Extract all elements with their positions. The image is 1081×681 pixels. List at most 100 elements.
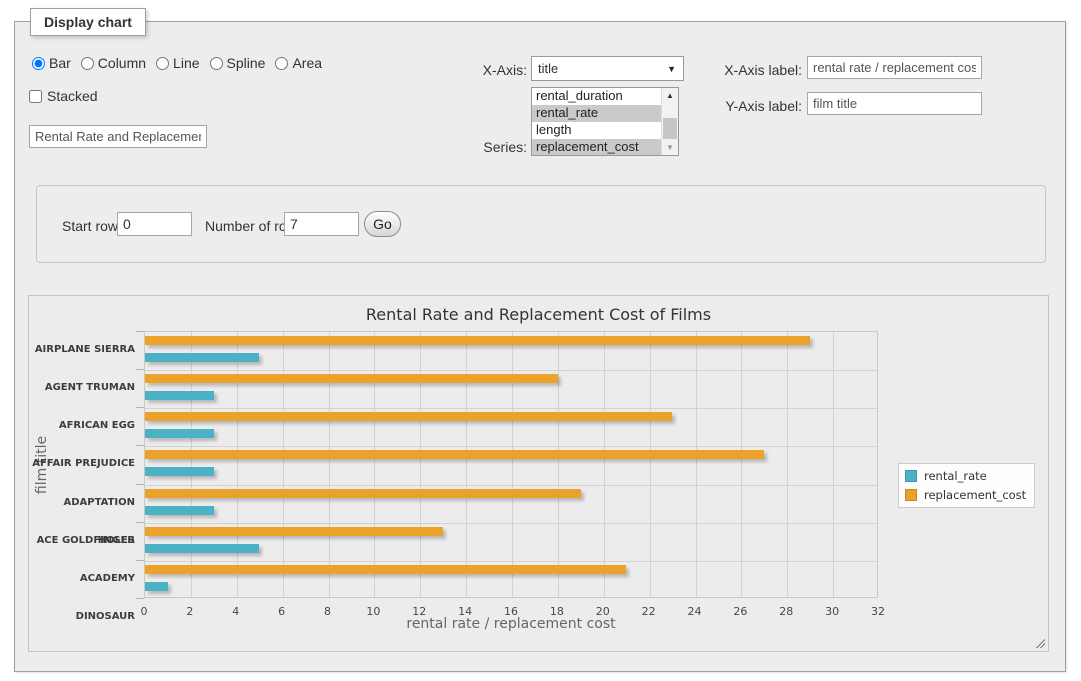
gridline-v	[787, 332, 788, 597]
chart-type-radio-column[interactable]	[81, 57, 94, 70]
legend-swatch	[905, 470, 917, 482]
series-option-replacement_cost[interactable]: replacement_cost	[532, 139, 661, 155]
series-scrollbar[interactable]: ▲ ▼	[661, 88, 678, 155]
series-option-rental_rate[interactable]: rental_rate	[532, 105, 661, 122]
scroll-down-icon[interactable]: ▼	[662, 140, 678, 155]
stacked-checkbox[interactable]	[29, 90, 42, 103]
legend-label: replacement_cost	[924, 488, 1026, 502]
gridline-v	[650, 332, 651, 597]
start-row-label: Start row:	[62, 218, 122, 234]
gridline-v	[833, 332, 834, 597]
chart-type-label: Column	[98, 55, 146, 71]
y-axis-tick-mark	[136, 369, 144, 370]
y-axis-tick-mark	[136, 407, 144, 408]
page: Display chart Bar Column Line Spline Area St…	[0, 0, 1081, 681]
chart-type-radio-line[interactable]	[156, 57, 169, 70]
y-axis-label-caption: Y-Axis label:	[710, 98, 802, 114]
chart-type-option-line: Line	[156, 55, 199, 71]
plot-area	[144, 331, 878, 598]
bar-rental_rate-0	[145, 353, 259, 362]
chart-title: Rental Rate and Replacement Cost of Film…	[29, 305, 1048, 324]
chart-type-option-column: Column	[81, 55, 146, 71]
series-multiselect[interactable]: rental_durationrental_ratelengthreplacem…	[531, 87, 679, 156]
x-axis-select[interactable]: title ▼	[531, 56, 684, 81]
chart-type-label: Line	[173, 55, 199, 71]
gridline-v	[374, 332, 375, 597]
series-option-rental_duration[interactable]: rental_duration	[532, 88, 661, 105]
y-axis-tick-mark	[136, 445, 144, 446]
chart-type-label: Area	[292, 55, 322, 71]
chart-type-option-spline: Spline	[210, 55, 266, 71]
bar-rental_rate-3	[145, 467, 214, 476]
category-label: ACADEMY DINOSAUR	[31, 560, 135, 598]
y-axis-tick-mark	[136, 331, 144, 332]
chart-type-option-area: Area	[275, 55, 322, 71]
gridline-v	[466, 332, 467, 597]
series-options: rental_durationrental_ratelengthreplacem…	[532, 88, 661, 155]
chart-legend: rental_rate replacement_cost	[898, 463, 1035, 508]
chart-type-radio-area[interactable]	[275, 57, 288, 70]
series-caption: Series:	[455, 139, 527, 155]
x-axis-selected-value: title	[538, 61, 558, 76]
series-option-length[interactable]: length	[532, 122, 661, 139]
bar-replacement_cost-6	[145, 565, 626, 574]
gridline-v	[558, 332, 559, 597]
x-axis-label-input[interactable]	[807, 56, 982, 79]
gridline-h	[145, 485, 877, 486]
y-axis-tick-mark	[136, 484, 144, 485]
gridline-v	[420, 332, 421, 597]
stacked-row: Stacked	[29, 88, 98, 104]
chart-type-radio-bar[interactable]	[32, 57, 45, 70]
gridline-v	[696, 332, 697, 597]
gridline-h	[145, 446, 877, 447]
chart-type-label: Spline	[227, 55, 266, 71]
scrollbar-thumb[interactable]	[663, 118, 677, 139]
bar-rental_rate-6	[145, 582, 168, 591]
bar-rental_rate-1	[145, 391, 214, 400]
bar-replacement_cost-1	[145, 374, 558, 383]
bar-replacement_cost-3	[145, 450, 764, 459]
category-label: AIRPLANE SIERRA	[31, 331, 135, 369]
chart-container: Rental Rate and Replacement Cost of Film…	[28, 295, 1049, 652]
x-axis-caption: X-Axis:	[455, 62, 527, 78]
gridline-v	[329, 332, 330, 597]
bar-rental_rate-2	[145, 429, 214, 438]
category-label: AFFAIR PREJUDICE	[31, 445, 135, 483]
category-label: AGENT TRUMAN	[31, 369, 135, 407]
gridline-h	[145, 370, 877, 371]
bar-replacement_cost-2	[145, 412, 672, 421]
y-axis-tick-mark	[136, 598, 144, 599]
scroll-up-icon[interactable]: ▲	[662, 88, 678, 103]
legend-label: rental_rate	[924, 469, 987, 483]
category-label: ACE GOLDFINGER	[31, 522, 135, 560]
panel-title: Display chart	[30, 8, 146, 36]
chart-type-radio-group: Bar Column Line Spline Area	[32, 55, 322, 71]
chart-type-option-bar: Bar	[32, 55, 71, 71]
x-axis-label-caption: X-Axis label:	[710, 62, 802, 78]
go-button[interactable]: Go	[364, 211, 401, 237]
bar-rental_rate-5	[145, 544, 259, 553]
y-axis-tick-mark	[136, 560, 144, 561]
category-label: ADAPTATION HOLES	[31, 484, 135, 522]
y-axis-tick-mark	[136, 522, 144, 523]
chart-type-radio-spline[interactable]	[210, 57, 223, 70]
y-axis-label-input[interactable]	[807, 92, 982, 115]
resize-handle-icon[interactable]	[1034, 637, 1045, 648]
chart-type-label: Bar	[49, 55, 71, 71]
gridline-v	[283, 332, 284, 597]
bar-rental_rate-4	[145, 506, 214, 515]
gridline-h	[145, 523, 877, 524]
gridline-v	[512, 332, 513, 597]
stacked-label: Stacked	[47, 88, 98, 104]
gridline-v	[604, 332, 605, 597]
chart-x-axis-title: rental rate / replacement cost	[144, 616, 878, 632]
legend-item-rental_rate: rental_rate	[905, 469, 1026, 483]
legend-swatch	[905, 489, 917, 501]
legend-item-replacement_cost: replacement_cost	[905, 488, 1026, 502]
category-label: AFRICAN EGG	[31, 407, 135, 445]
start-row-input[interactable]	[117, 212, 192, 236]
gridline-v	[741, 332, 742, 597]
gridline-v	[191, 332, 192, 597]
number-of-rows-input[interactable]	[284, 212, 359, 236]
chart-title-input[interactable]	[29, 125, 207, 148]
